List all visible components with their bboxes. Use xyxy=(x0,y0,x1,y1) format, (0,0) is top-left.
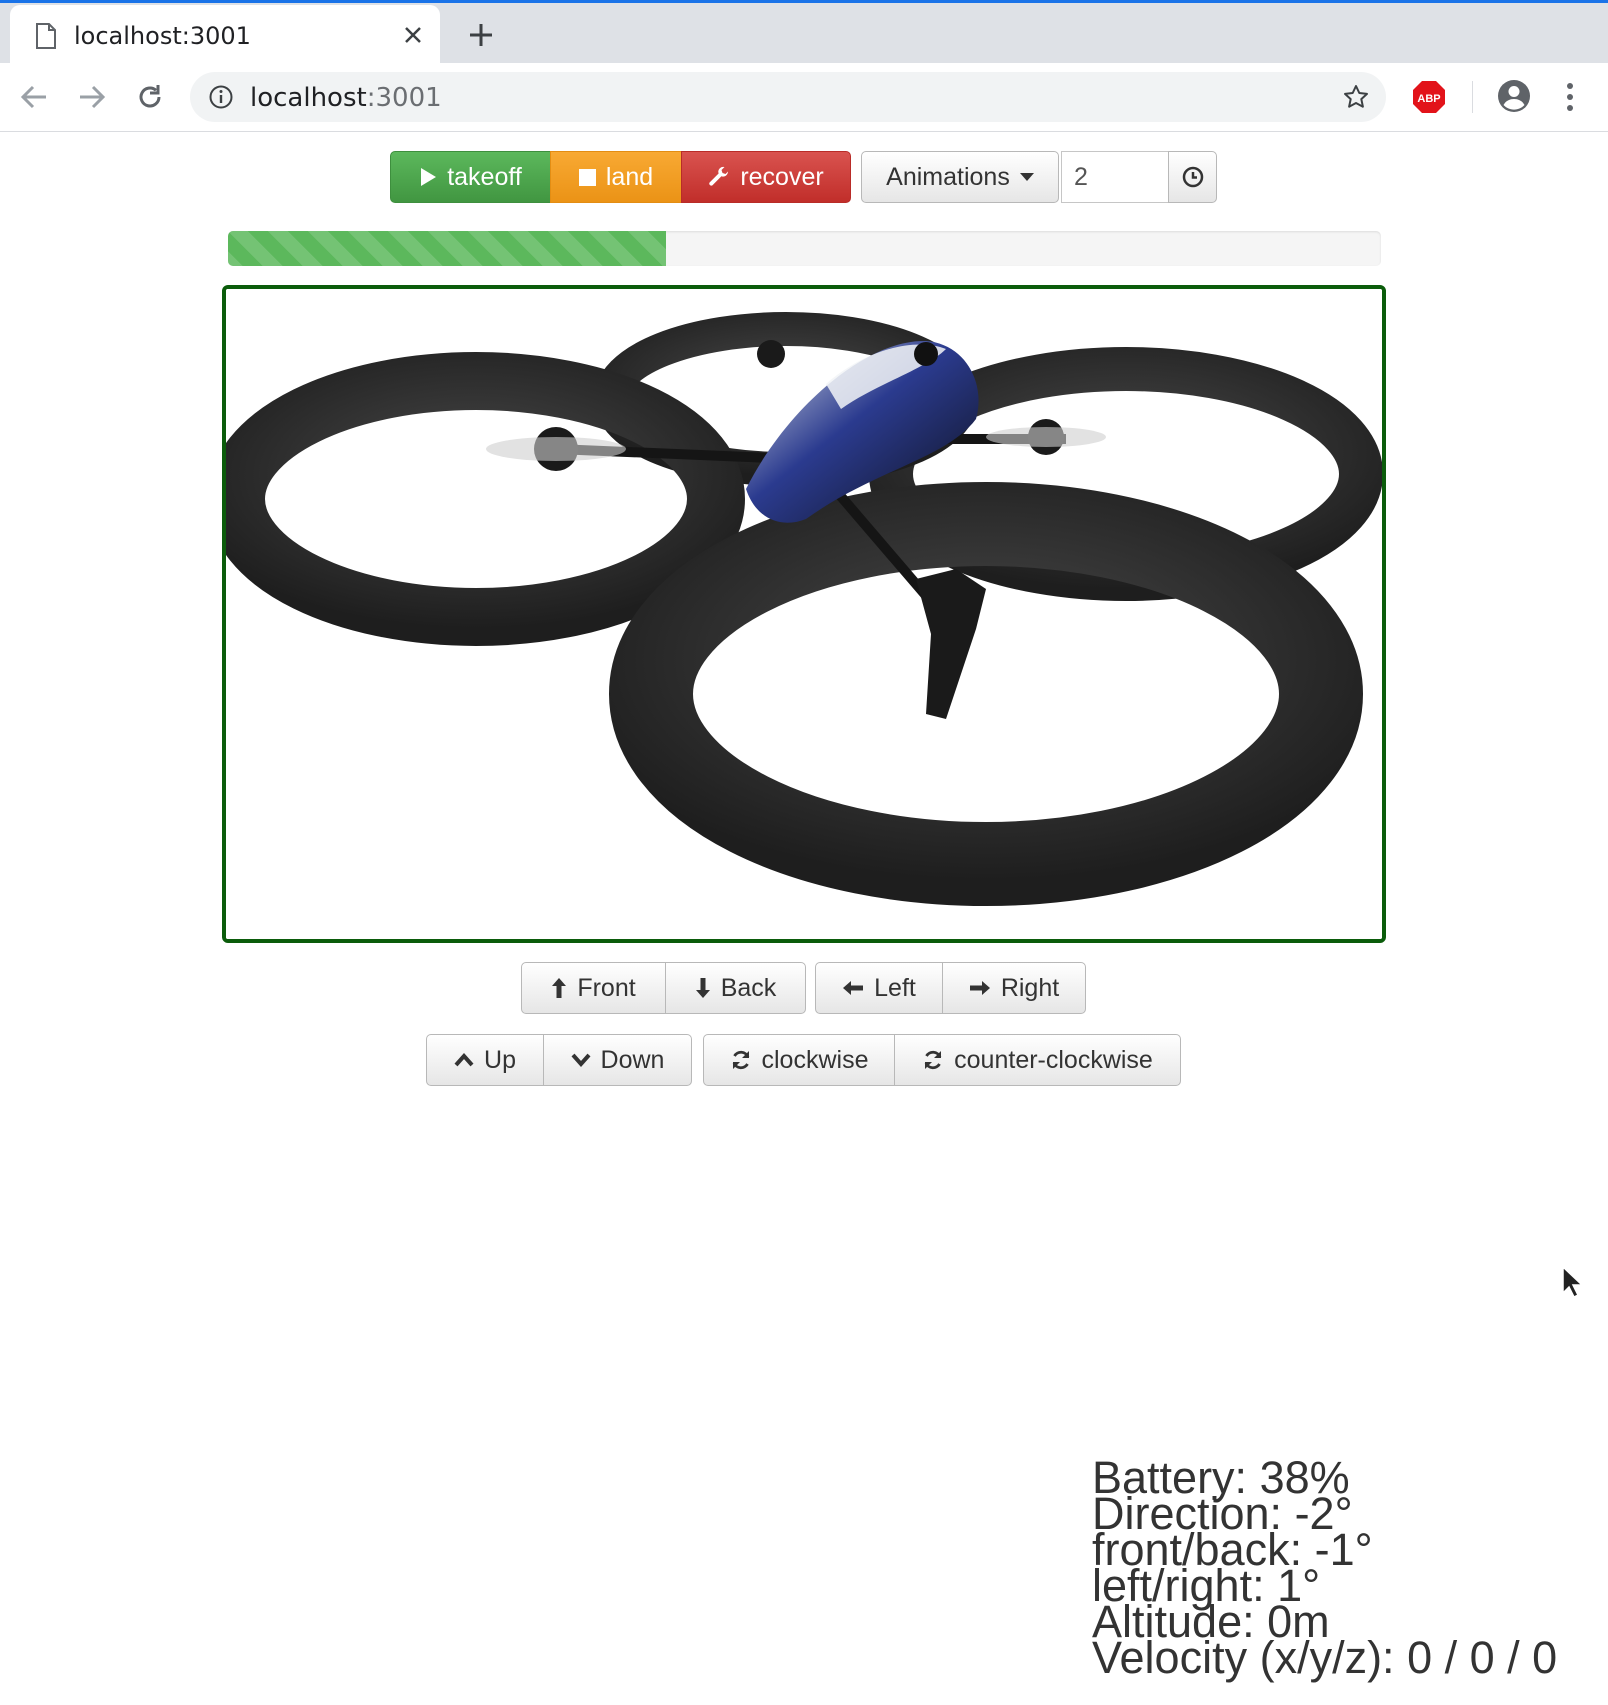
land-button[interactable]: land xyxy=(550,151,682,203)
adblock-plus-icon[interactable]: ABP xyxy=(1412,80,1446,114)
toolbar-separator xyxy=(1472,81,1473,113)
left-button[interactable]: Left xyxy=(815,962,943,1014)
front-label: Front xyxy=(577,973,636,1002)
up-button[interactable]: Up xyxy=(426,1034,544,1086)
animations-label: Animations xyxy=(886,162,1010,191)
new-tab-icon[interactable] xyxy=(464,18,498,52)
url-text[interactable]: localhost:3001 xyxy=(250,83,442,113)
svg-text:ABP: ABP xyxy=(1417,93,1440,105)
close-icon[interactable] xyxy=(398,20,428,50)
document-icon xyxy=(36,23,56,49)
refresh-icon xyxy=(924,1050,942,1070)
video-feed xyxy=(222,285,1386,943)
mouse-cursor-icon xyxy=(1562,1265,1584,1299)
menu-dots-icon[interactable] xyxy=(1560,80,1580,114)
back-arrow-icon[interactable] xyxy=(16,79,52,115)
browser-toolbar: localhost:3001 ABP xyxy=(0,63,1608,132)
recover-button[interactable]: recover xyxy=(681,151,851,203)
telemetry-panel: Battery: 38% Direction: -2° front/back: … xyxy=(1092,1455,1608,1683)
info-icon[interactable] xyxy=(208,84,234,110)
tab-title: localhost:3001 xyxy=(74,22,251,50)
clockwise-label: clockwise xyxy=(761,1045,869,1074)
up-label: Up xyxy=(484,1045,516,1074)
chevron-up-icon xyxy=(454,1053,474,1067)
battery-progress xyxy=(228,231,1381,266)
counter-clockwise-button[interactable]: counter-clockwise xyxy=(894,1034,1181,1086)
drone-image xyxy=(226,289,1382,939)
forward-arrow-icon[interactable] xyxy=(74,79,110,115)
account-icon[interactable] xyxy=(1496,78,1532,114)
play-icon xyxy=(421,168,437,186)
down-button[interactable]: Down xyxy=(543,1034,692,1086)
counter-clockwise-label: counter-clockwise xyxy=(954,1045,1153,1074)
reload-icon[interactable] xyxy=(132,79,168,115)
back-label: Back xyxy=(720,973,777,1002)
animation-repeat-input[interactable] xyxy=(1061,151,1168,203)
takeoff-label: takeoff xyxy=(447,162,522,191)
land-label: land xyxy=(605,162,654,191)
takeoff-button[interactable]: takeoff xyxy=(390,151,551,203)
clockwise-button[interactable]: clockwise xyxy=(703,1034,895,1086)
arrow-right-icon xyxy=(969,981,990,995)
back-button[interactable]: Back xyxy=(665,962,806,1014)
recover-label: recover xyxy=(740,162,824,191)
down-label: Down xyxy=(600,1045,665,1074)
address-bar[interactable]: localhost:3001 xyxy=(190,72,1386,122)
right-button[interactable]: Right xyxy=(942,962,1086,1014)
url-host: localhost xyxy=(250,83,367,113)
browser-tab[interactable]: localhost:3001 xyxy=(10,5,440,63)
velocity-readout: Velocity (x/y/z): 0 / 0 / 0 xyxy=(1092,1632,1558,1683)
arrow-up-icon xyxy=(552,978,567,998)
battery-progress-fill xyxy=(228,231,667,266)
url-port: :3001 xyxy=(366,83,442,113)
arrow-down-icon xyxy=(695,978,710,998)
animation-timer-button[interactable] xyxy=(1168,151,1217,203)
bookmark-star-icon[interactable] xyxy=(1342,83,1370,111)
stop-icon xyxy=(578,168,596,186)
chevron-down-icon xyxy=(571,1053,591,1067)
clock-icon xyxy=(1182,166,1203,188)
front-button[interactable]: Front xyxy=(521,962,666,1014)
wrench-icon xyxy=(709,166,729,186)
browser-tabstrip: localhost:3001 xyxy=(0,3,1608,63)
caret-down-icon xyxy=(1019,173,1034,181)
left-label: Left xyxy=(874,973,916,1002)
right-label: Right xyxy=(1000,973,1060,1002)
refresh-icon xyxy=(732,1050,749,1070)
animations-dropdown[interactable]: Animations xyxy=(861,151,1059,203)
arrow-left-icon xyxy=(843,981,864,995)
